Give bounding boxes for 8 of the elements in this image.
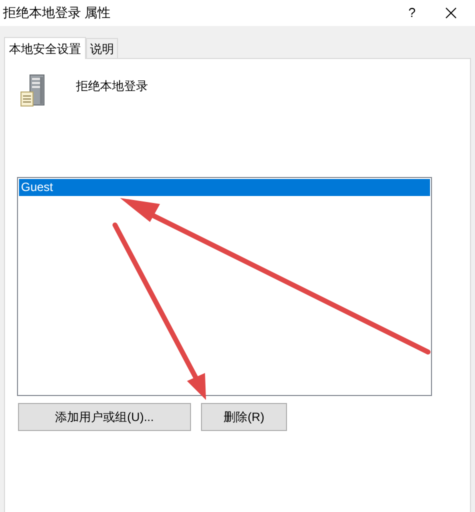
list-item[interactable]: Guest (19, 179, 430, 196)
help-button[interactable]: ? (397, 0, 427, 26)
action-button[interactable]: 添加用户或组(U)... (18, 403, 191, 431)
tab[interactable]: 说明 (86, 38, 118, 58)
tab[interactable]: 本地安全设置 (4, 37, 86, 59)
window-title: 拒绝本地登录 属性 (3, 4, 111, 22)
action-button[interactable]: 删除(R) (201, 403, 287, 431)
policy-name: 拒绝本地登录 (76, 78, 148, 95)
